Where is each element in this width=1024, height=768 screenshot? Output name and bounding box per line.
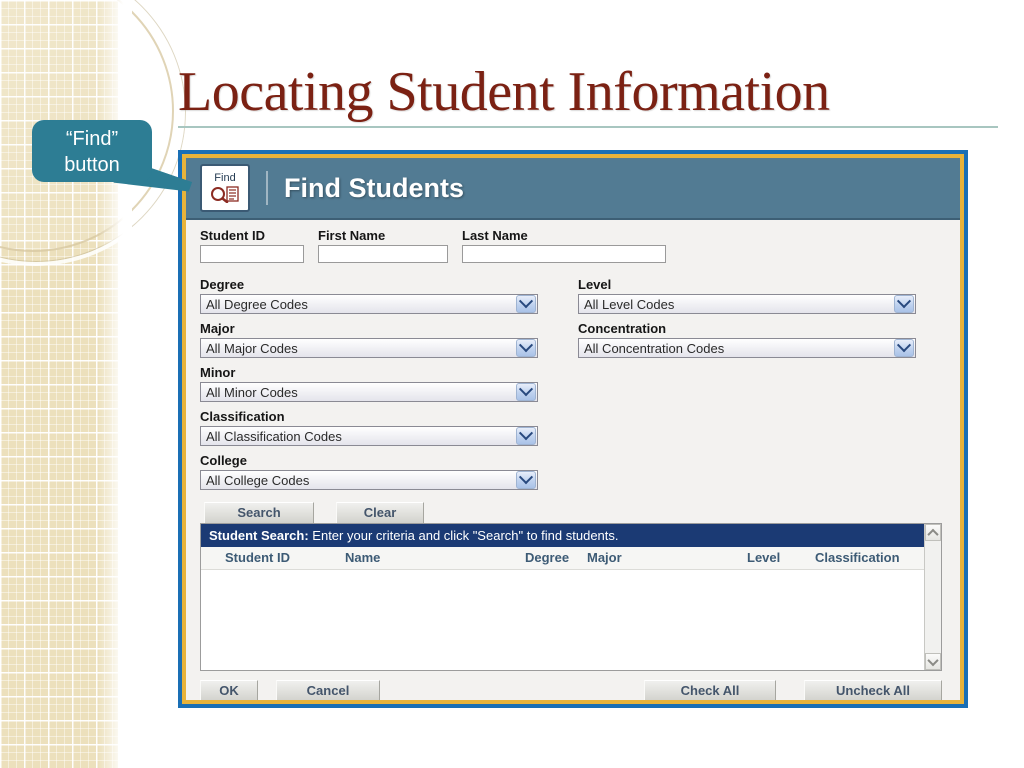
first-name-label: First Name [318, 228, 386, 243]
concentration-select[interactable]: All Concentration Codes [578, 338, 916, 358]
uncheck-all-button[interactable]: Uncheck All [804, 680, 942, 700]
last-name-field-group: Last Name [462, 228, 666, 263]
form-action-row: Search Clear [200, 502, 538, 524]
concentration-label: Concentration [578, 321, 667, 336]
results-row-area[interactable] [201, 570, 924, 656]
college-select[interactable]: All College Codes [200, 470, 538, 490]
minor-select-value: All Minor Codes [206, 384, 298, 400]
level-select-value: All Level Codes [584, 296, 675, 312]
header-divider [266, 171, 268, 205]
chevron-down-icon[interactable] [516, 338, 536, 357]
chevron-down-icon[interactable] [516, 470, 536, 489]
name-field-row: Student ID First Name Last Name [200, 228, 946, 263]
code-selects-left-column: Degree All Degree Codes Major All Major … [200, 277, 538, 524]
first-name-field-group: First Name [318, 228, 448, 263]
column-header-major: Major [587, 550, 622, 565]
minor-group: Minor All Minor Codes [200, 365, 538, 402]
results-main: Student Search: Enter your criteria and … [201, 524, 924, 670]
results-banner: Student Search: Enter your criteria and … [201, 524, 924, 547]
last-name-input[interactable] [462, 245, 666, 263]
student-id-input[interactable] [200, 245, 304, 263]
concentration-group: Concentration All Concentration Codes [578, 321, 916, 358]
column-header-name: Name [345, 550, 381, 565]
classification-select-value: All Classification Codes [206, 428, 342, 444]
minor-label: Minor [200, 365, 236, 380]
window-inner-border: Find Find Students Student ID First Name… [182, 154, 964, 704]
callout-line-1: “Find” [65, 128, 119, 150]
callout-line-2: button [64, 154, 120, 176]
chevron-down-icon[interactable] [894, 294, 914, 313]
title-underline [178, 126, 998, 128]
classification-select[interactable]: All Classification Codes [200, 426, 538, 446]
college-select-value: All College Codes [206, 472, 310, 488]
column-header-classification: Classification [815, 550, 900, 565]
classification-group: Classification All Classification Codes [200, 409, 538, 446]
window-header-bar: Find Find Students [186, 158, 960, 220]
ok-button[interactable]: OK [200, 680, 258, 700]
level-select[interactable]: All Level Codes [578, 294, 916, 314]
major-select[interactable]: All Major Codes [200, 338, 538, 358]
chevron-down-icon[interactable] [516, 294, 536, 313]
chevron-down-icon[interactable] [516, 426, 536, 445]
scroll-up-button[interactable] [925, 524, 941, 541]
decorative-band-fade [98, 0, 132, 768]
code-selects-grid: Degree All Degree Codes Major All Major … [200, 277, 946, 524]
find-students-window: Find Find Students Student ID First Name… [178, 150, 968, 708]
find-button[interactable]: Find [200, 164, 250, 212]
results-banner-title: Student Search: [209, 528, 309, 543]
degree-select-value: All Degree Codes [206, 296, 308, 312]
college-group: College All College Codes [200, 453, 538, 490]
search-form: Student ID First Name Last Name Degree A… [186, 220, 960, 524]
level-group: Level All Level Codes [578, 277, 916, 314]
results-column-headers: Student ID Name Degree Major Level Class… [201, 547, 924, 570]
page-title: Locating Student Information [178, 61, 830, 123]
chevron-down-icon[interactable] [894, 338, 914, 357]
major-group: Major All Major Codes [200, 321, 538, 358]
major-select-value: All Major Codes [206, 340, 298, 356]
clear-button[interactable]: Clear [336, 502, 424, 524]
column-header-level: Level [747, 550, 781, 565]
student-id-label: Student ID [200, 228, 265, 243]
scroll-down-button[interactable] [925, 653, 941, 670]
last-name-label: Last Name [462, 228, 528, 243]
callout-find-button: “Find” button [32, 120, 152, 182]
degree-select[interactable]: All Degree Codes [200, 294, 538, 314]
results-scrollbar[interactable] [924, 524, 941, 670]
student-id-field-group: Student ID [200, 228, 304, 263]
slide-canvas: Locating Student Information “Find” butt… [0, 0, 1024, 768]
level-label: Level [578, 277, 612, 292]
degree-group: Degree All Degree Codes [200, 277, 538, 314]
window-footer: OK Cancel Check All Uncheck All [200, 680, 942, 700]
major-label: Major [200, 321, 235, 336]
search-button[interactable]: Search [204, 502, 314, 524]
find-button-label: Find [214, 172, 236, 184]
window-title: Find Students [284, 172, 464, 203]
classification-label: Classification [200, 409, 285, 424]
results-panel: Student Search: Enter your criteria and … [200, 523, 942, 671]
minor-select[interactable]: All Minor Codes [200, 382, 538, 402]
code-selects-right-column: Level All Level Codes Concentration All … [578, 277, 916, 524]
chevron-down-icon[interactable] [516, 382, 536, 401]
column-header-degree: Degree [525, 550, 570, 565]
column-header-student-id: Student ID [225, 550, 290, 565]
window-content: Find Find Students Student ID First Name… [186, 158, 960, 700]
concentration-select-value: All Concentration Codes [584, 340, 725, 356]
college-label: College [200, 453, 247, 468]
first-name-input[interactable] [318, 245, 448, 263]
results-banner-text: Enter your criteria and click "Search" t… [308, 528, 619, 543]
cancel-button[interactable]: Cancel [276, 680, 380, 700]
find-magnifier-icon [211, 186, 239, 203]
check-all-button[interactable]: Check All [644, 680, 776, 700]
degree-label: Degree [200, 277, 245, 292]
